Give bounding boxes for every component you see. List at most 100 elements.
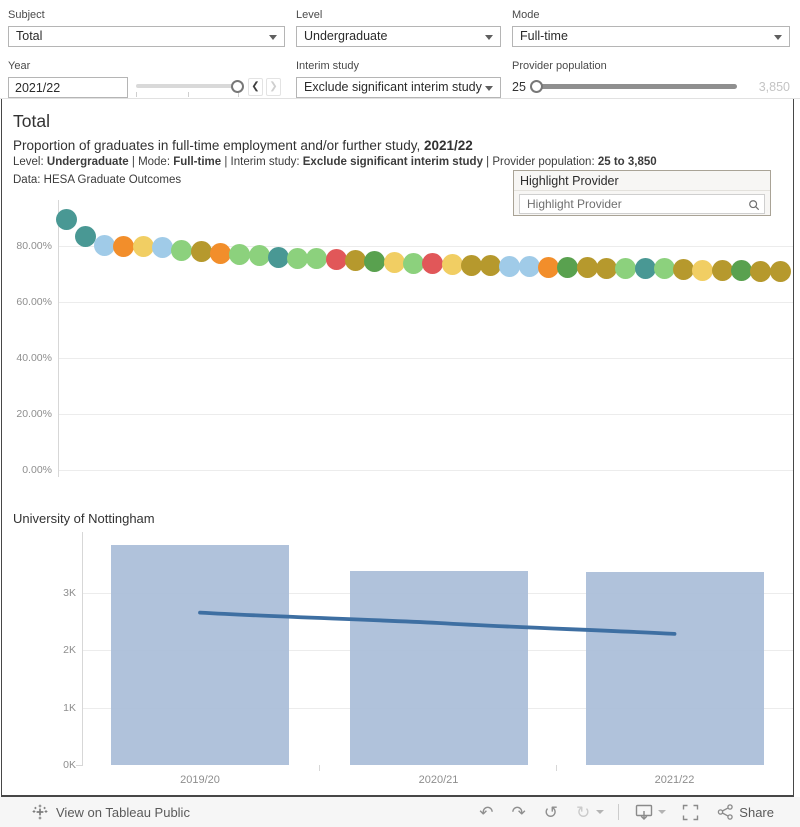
- filter-subject-value: Total: [16, 29, 43, 43]
- redo-button[interactable]: ↷: [512, 804, 526, 821]
- chart-subtitle-year: 2021/22: [423, 138, 473, 153]
- chart-subtitle: Proportion of graduates in full-time emp…: [13, 138, 473, 153]
- filter-mode-label: Mode: [512, 9, 540, 21]
- provider-dot-19[interactable]: [402, 252, 424, 274]
- provider-dot-5[interactable]: [132, 236, 154, 258]
- filter-subject-dropdown[interactable]: Total: [8, 26, 285, 47]
- providers-scatter-chart: 80.00% 60.00% 40.00% 20.00% 0.00%: [2, 200, 794, 482]
- provider-dot-34[interactable]: [692, 259, 714, 281]
- provider-dot-8[interactable]: [190, 241, 212, 263]
- chevron-down-icon: [269, 35, 277, 40]
- share-label: Share: [739, 804, 774, 820]
- revert-button[interactable]: ↺: [544, 804, 558, 821]
- provider-dot-26[interactable]: [538, 256, 559, 278]
- provider-dot-17[interactable]: [364, 251, 386, 273]
- filter-level-dropdown[interactable]: Undergraduate: [296, 26, 501, 47]
- provider-dot-15[interactable]: [325, 249, 347, 271]
- share-button[interactable]: Share: [717, 804, 774, 820]
- provider-dot-13[interactable]: [287, 247, 309, 269]
- provider-dot-33[interactable]: [673, 259, 695, 281]
- provider-population-slider-handle[interactable]: [530, 80, 543, 93]
- provider-dot-30[interactable]: [615, 257, 637, 279]
- scatter-axis-tick: [58, 471, 59, 477]
- year-slider-handle[interactable]: [231, 80, 244, 93]
- provider-dot-12[interactable]: [267, 247, 289, 269]
- provider-dot-32[interactable]: [653, 258, 675, 280]
- revert-icon: ↺: [543, 802, 559, 822]
- bar-xcat-label: 2020/21: [418, 774, 459, 786]
- provider-dot-7[interactable]: [171, 240, 193, 262]
- refresh-menu-caret-icon[interactable]: [596, 810, 605, 814]
- scatter-ytick-label: 20.00%: [16, 408, 52, 420]
- filter-mode-dropdown[interactable]: Full-time: [512, 26, 790, 47]
- download-icon: [636, 804, 653, 820]
- provider-dot-11[interactable]: [248, 245, 270, 267]
- provider-dot-16[interactable]: [345, 250, 366, 272]
- provider-dot-29[interactable]: [595, 257, 617, 279]
- tableau-logo-icon: [32, 804, 48, 820]
- provider-dot-9[interactable]: [209, 242, 231, 264]
- tableau-toolbar: View on Tableau Public ↶ ↷ ↺ ↻ Share: [0, 797, 800, 827]
- highlight-provider-title: Highlight Provider: [514, 171, 770, 191]
- provider-dot-21[interactable]: [441, 253, 463, 275]
- provider-dot-1[interactable]: [55, 208, 77, 230]
- filter-interim-study-dropdown[interactable]: Exclude significant interim study: [296, 77, 501, 98]
- provider-dot-14[interactable]: [306, 248, 328, 270]
- fullscreen-icon: [683, 804, 699, 820]
- provider-dot-2[interactable]: [74, 225, 96, 247]
- provider-dot-10[interactable]: [229, 243, 251, 265]
- year-next-button[interactable]: ❯: [266, 78, 281, 96]
- redo-icon: ↷: [511, 802, 526, 822]
- provider-dot-20[interactable]: [422, 253, 444, 275]
- filter-level-label: Level: [296, 9, 323, 21]
- fullscreen-button[interactable]: [682, 804, 699, 821]
- provider-dot-4[interactable]: [113, 235, 135, 257]
- provider-dot-18[interactable]: [383, 252, 405, 274]
- trend-line[interactable]: [198, 610, 677, 636]
- provider-dot-38[interactable]: [769, 260, 791, 282]
- chevron-down-icon: [774, 35, 782, 40]
- filter-summary-segment: | Provider population:: [482, 156, 598, 168]
- filter-summary-segment: 25 to 3,850: [597, 156, 657, 168]
- filter-level-value: Undergraduate: [304, 29, 388, 43]
- scatter-gridline: [58, 358, 793, 359]
- scatter-gridline: [58, 302, 793, 303]
- refresh-button[interactable]: ↻: [576, 804, 590, 821]
- filter-summary-segment: Exclude significant interim study: [302, 156, 483, 168]
- refresh-icon: ↻: [576, 802, 591, 822]
- download-menu-caret-icon[interactable]: [658, 810, 667, 814]
- provider-dot-25[interactable]: [518, 255, 540, 277]
- provider-dot-22[interactable]: [460, 254, 482, 276]
- provider-dot-37[interactable]: [750, 260, 772, 282]
- scatter-ytick-label: 40.00%: [16, 352, 52, 364]
- year-prev-button[interactable]: ❮: [248, 78, 263, 96]
- filter-mode: Mode Full-time: [512, 8, 790, 47]
- download-button[interactable]: [635, 804, 653, 821]
- chart-subtitle-text: Proportion of graduates in full-time emp…: [13, 138, 424, 153]
- toolbar-actions: ↶ ↷ ↺ ↻ Share: [479, 797, 774, 827]
- scatter-ytick-label: 80.00%: [16, 240, 52, 252]
- view-on-tableau-public-link[interactable]: View on Tableau Public: [32, 797, 190, 827]
- year-input[interactable]: [8, 77, 128, 98]
- filter-summary-segment: | Interim study:: [221, 156, 303, 168]
- provider-dot-35[interactable]: [711, 260, 733, 282]
- filter-subject: Subject Total: [8, 8, 285, 47]
- year-slider-tick: [136, 92, 137, 97]
- provider-dot-27[interactable]: [557, 256, 579, 278]
- provider-dot-6[interactable]: [152, 237, 173, 259]
- share-icon: [718, 804, 734, 820]
- provider-dot-36[interactable]: [731, 260, 752, 282]
- undo-button[interactable]: ↶: [479, 804, 493, 821]
- filter-interim-study-label: Interim study: [296, 60, 359, 72]
- provider-dot-24[interactable]: [499, 255, 521, 277]
- filter-subject-label: Subject: [8, 9, 45, 21]
- year-slider-track[interactable]: [136, 84, 242, 88]
- provider-population-slider-track[interactable]: [532, 84, 737, 89]
- chevron-down-icon: [485, 35, 493, 40]
- year-slider-tick: [188, 92, 189, 97]
- provider-dot-28[interactable]: [576, 257, 598, 279]
- provider-dot-31[interactable]: [634, 258, 656, 280]
- undo-icon: ↶: [479, 802, 494, 822]
- provider-dot-3[interactable]: [94, 234, 116, 256]
- provider-dot-23[interactable]: [480, 255, 502, 277]
